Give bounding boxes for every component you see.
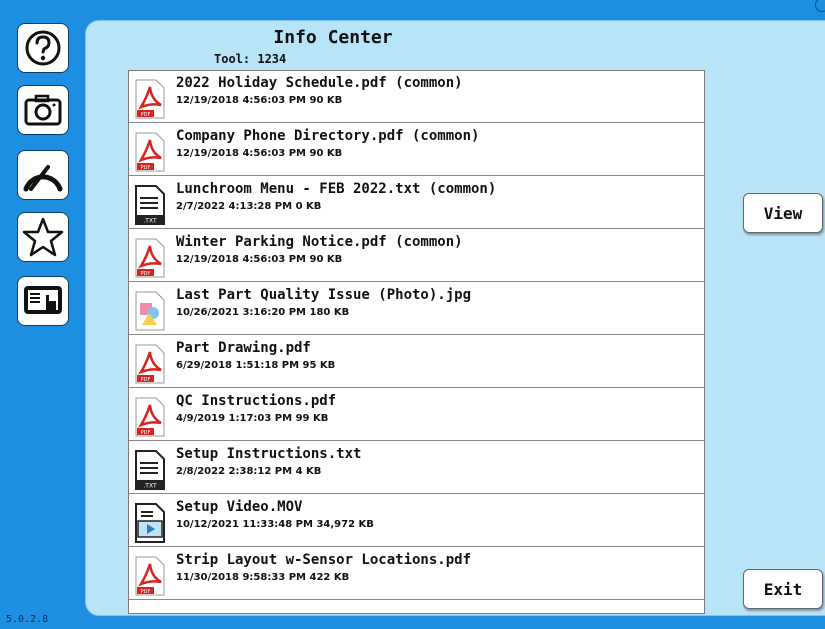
view-button[interactable]: View	[743, 193, 823, 233]
file-row[interactable]: .TXT Lunchroom Menu - FEB 2022.txt (comm…	[129, 177, 704, 229]
file-name: Last Part Quality Issue (Photo).jpg	[176, 287, 472, 303]
file-row[interactable]: PDF Part Drawing.pdf 6/29/2018 1:51:18 P…	[129, 336, 704, 388]
pdf-file-icon: PDF	[135, 238, 165, 278]
image-file-icon	[135, 291, 165, 331]
pdf-file-icon: PDF	[135, 397, 165, 437]
star-icon	[22, 217, 64, 257]
file-name: Setup Video.MOV	[176, 499, 303, 515]
pdf-label: PDF	[141, 430, 151, 436]
file-row[interactable]: PDF Company Phone Directory.pdf (common)…	[129, 124, 704, 176]
touch-screen-button[interactable]	[17, 276, 69, 326]
file-name: Company Phone Directory.pdf (common)	[176, 128, 480, 144]
txt-file-icon: .TXT	[135, 450, 165, 490]
file-row[interactable]: PDF Strip Layout w-Sensor Locations.pdf …	[129, 548, 704, 600]
page-title: Info Center	[273, 27, 393, 48]
file-meta: 12/19/2018 4:56:03 PM 90 KB	[176, 254, 343, 265]
txt-label: .TXT	[143, 218, 157, 225]
file-row[interactable]: PDF Winter Parking Notice.pdf (common) 1…	[129, 230, 704, 282]
tool-label: Tool: 1234	[214, 52, 287, 66]
pdf-file-icon: PDF	[135, 344, 165, 384]
file-meta: 4/9/2019 1:17:03 PM 99 KB	[176, 413, 329, 424]
pdf-label: PDF	[141, 271, 151, 277]
file-name: Lunchroom Menu - FEB 2022.txt (common)	[176, 181, 497, 197]
file-meta: 10/12/2021 11:33:48 PM 34,972 KB	[176, 519, 374, 530]
corner-indicator	[815, 0, 825, 12]
camera-icon	[24, 94, 62, 126]
file-row[interactable]: PDF QC Instructions.pdf 4/9/2019 1:17:03…	[129, 389, 704, 441]
pdf-label: PDF	[141, 112, 151, 118]
pdf-file-icon: PDF	[135, 79, 165, 119]
file-row[interactable]: .TXT Setup Instructions.txt 2/8/2022 2:3…	[129, 442, 704, 494]
pdf-label: PDF	[141, 165, 151, 171]
txt-file-icon: .TXT	[135, 185, 165, 225]
pdf-file-icon: PDF	[135, 132, 165, 172]
pdf-label: PDF	[141, 377, 151, 383]
file-meta: 12/19/2018 4:56:03 PM 90 KB	[176, 148, 343, 159]
file-name: Setup Instructions.txt	[176, 446, 362, 462]
touch-screen-icon	[24, 286, 62, 314]
file-meta: 2/7/2022 4:13:28 PM 0 KB	[176, 201, 322, 212]
gauge-icon	[23, 165, 63, 192]
file-meta: 12/19/2018 4:56:03 PM 90 KB	[176, 95, 343, 106]
file-name: Strip Layout w-Sensor Locations.pdf	[176, 552, 472, 568]
camera-button[interactable]	[17, 85, 69, 135]
file-name: Winter Parking Notice.pdf (common)	[176, 234, 463, 250]
exit-button[interactable]: Exit	[743, 569, 823, 609]
help-button[interactable]	[17, 23, 69, 73]
help-icon	[25, 30, 61, 66]
file-list[interactable]: PDF 2022 Holiday Schedule.pdf (common) 1…	[128, 70, 705, 614]
version-label: 5.0.2.8	[6, 614, 49, 625]
pdf-file-icon: PDF	[135, 556, 165, 596]
file-name: Part Drawing.pdf	[176, 340, 311, 356]
video-file-icon	[135, 503, 165, 543]
file-row[interactable]: Last Part Quality Issue (Photo).jpg 10/2…	[129, 283, 704, 335]
file-meta: 2/8/2022 2:38:12 PM 4 KB	[176, 466, 322, 477]
file-meta: 11/30/2018 9:58:33 PM 422 KB	[176, 572, 350, 583]
gauge-button[interactable]	[17, 150, 69, 200]
file-row[interactable]: PDF 2022 Holiday Schedule.pdf (common) 1…	[129, 71, 704, 123]
txt-label: .TXT	[143, 483, 157, 490]
pdf-label: PDF	[141, 589, 151, 595]
favorites-button[interactable]	[17, 212, 69, 262]
file-row[interactable]: Setup Video.MOV 10/12/2021 11:33:48 PM 3…	[129, 495, 704, 547]
file-name: QC Instructions.pdf	[176, 393, 337, 409]
file-name: 2022 Holiday Schedule.pdf (common)	[176, 75, 463, 91]
file-meta: 10/26/2021 3:16:20 PM 180 KB	[176, 307, 350, 318]
file-meta: 6/29/2018 1:51:18 PM 95 KB	[176, 360, 336, 371]
